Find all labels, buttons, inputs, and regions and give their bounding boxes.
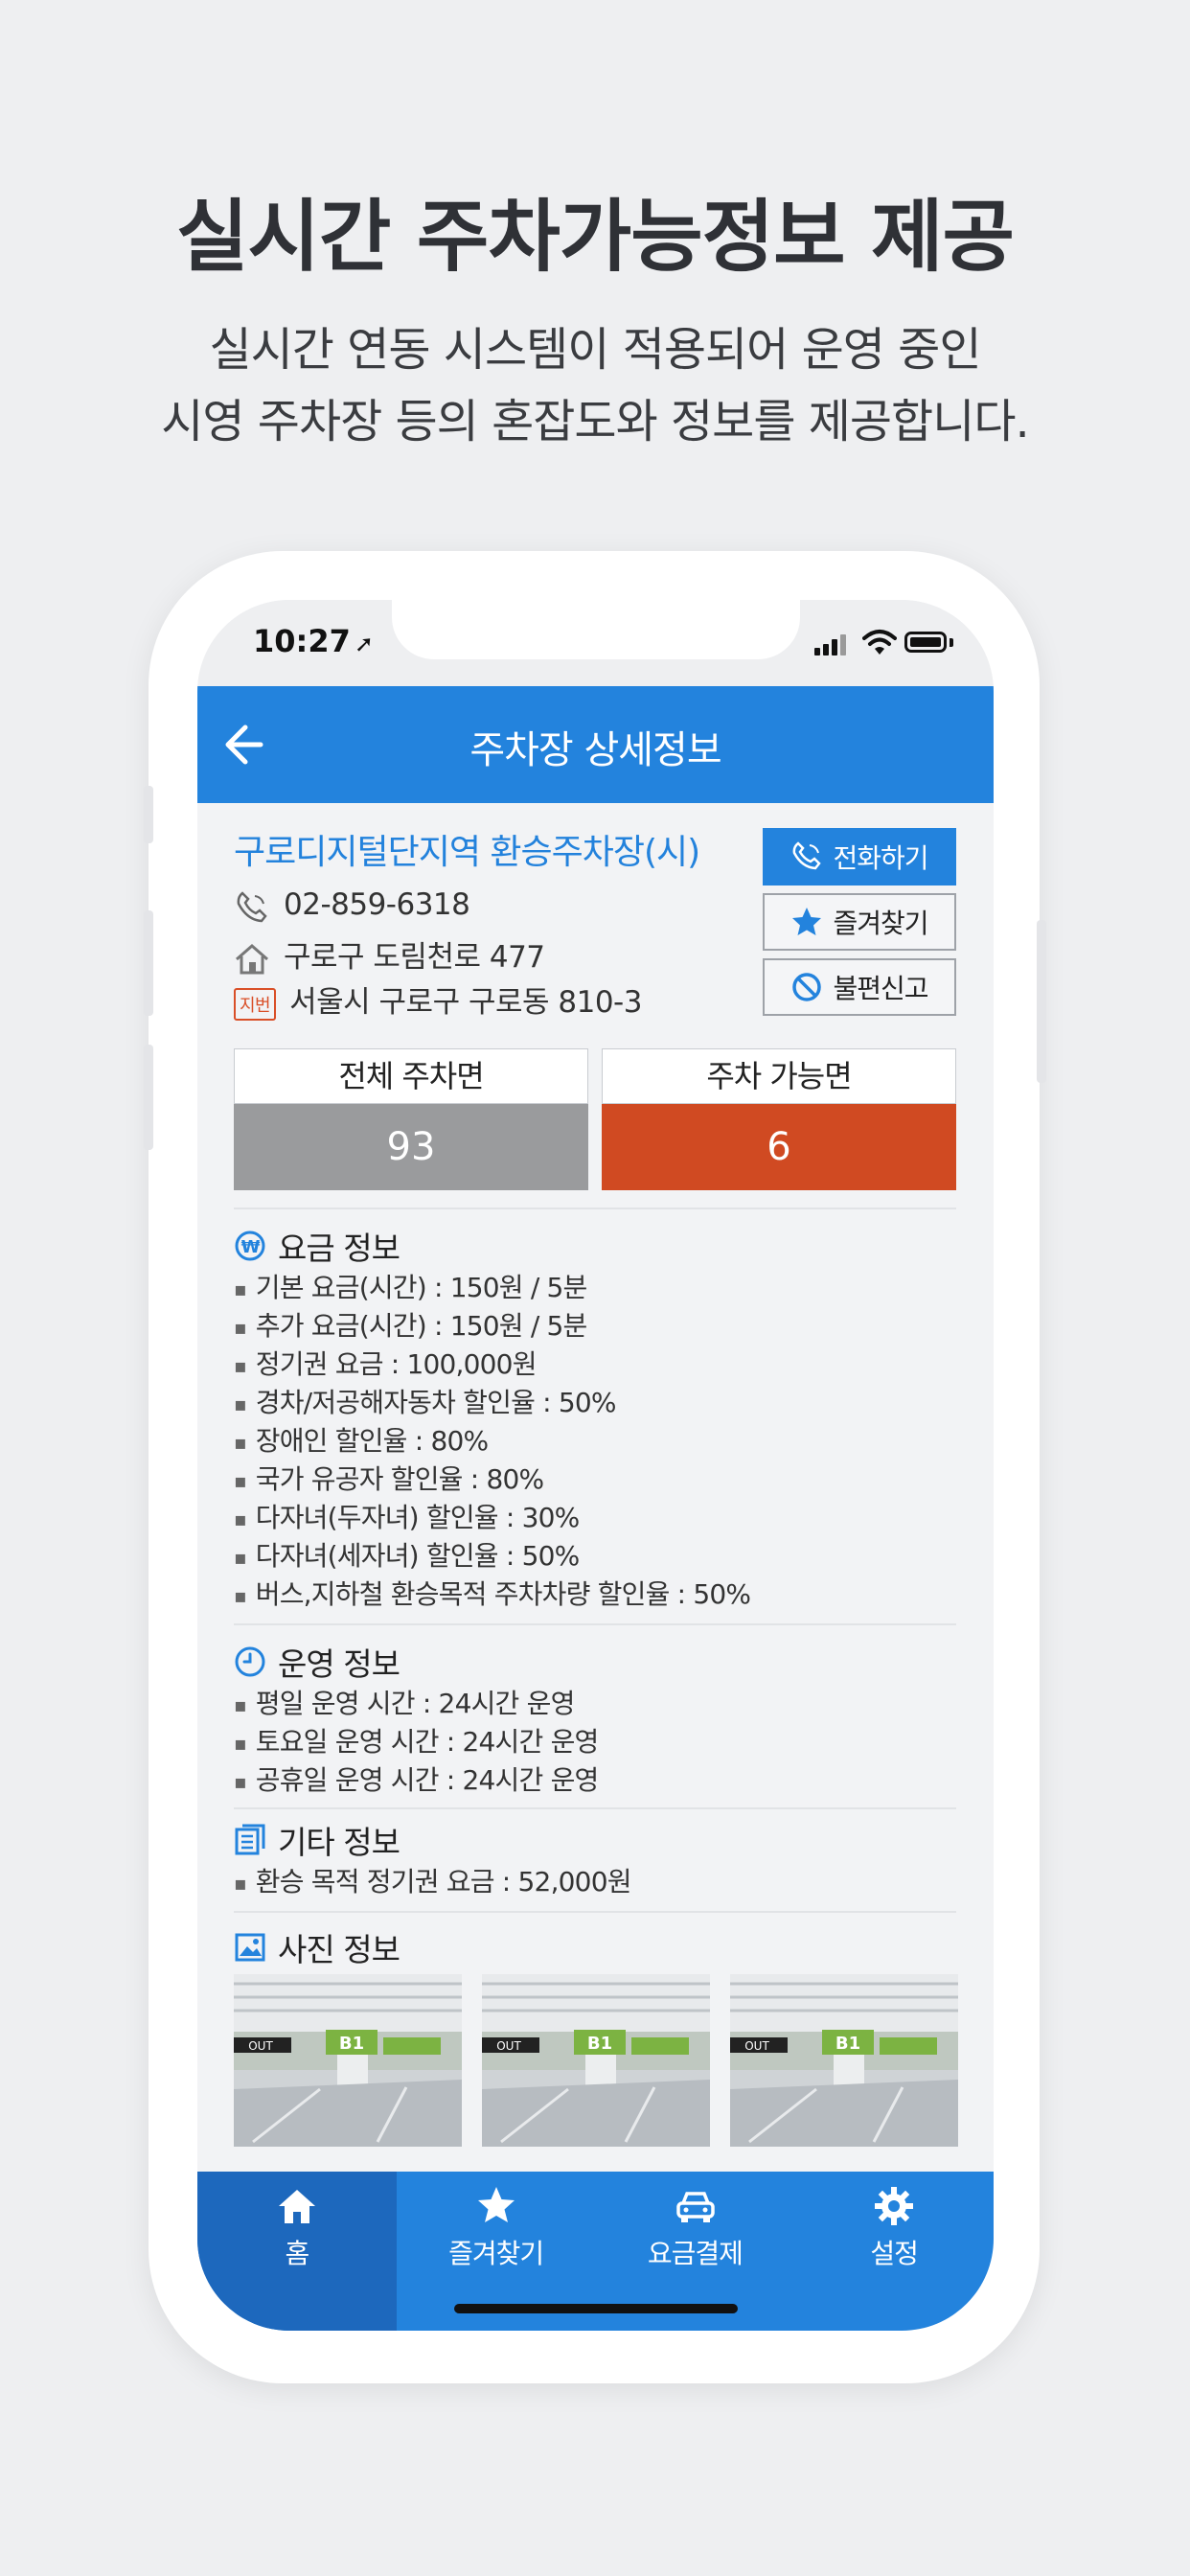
phone-icon (234, 890, 270, 923)
phone-volume-up (144, 910, 153, 1016)
other-info-title: 기타 정보 (234, 1817, 400, 1863)
total-spaces-value: 93 (234, 1104, 588, 1190)
jibun-address: 서울시 구로구 구로동 810-3 (289, 985, 642, 1020)
star-icon (792, 908, 822, 935)
tab-payment-label: 요금결제 (647, 2238, 744, 2269)
battery-icon (904, 632, 947, 653)
list-item: 환승 목적 정기권 요금 : 52,000원 (234, 1861, 632, 1899)
report-button-label: 불편신고 (833, 973, 928, 1004)
report-button[interactable]: 불편신고 (763, 958, 956, 1016)
wifi-icon (862, 630, 897, 655)
divider (234, 1623, 956, 1625)
tab-home-label: 홈 (285, 2238, 309, 2269)
detail-content[interactable]: 구로디지털단지역 환승주차장(시) 02-859-6318 구로구 도림천로 4… (197, 803, 994, 1813)
list-item: 국가 유공자 할인율 : 80% (234, 1459, 544, 1497)
jibun-address-row: 지번 서울시 구로구 구로동 810-3 (234, 978, 642, 1021)
status-bar: 10:27 ➚ (197, 600, 994, 686)
phone-row[interactable]: 02-859-6318 (234, 887, 470, 923)
image-icon (235, 1933, 265, 1962)
call-button-label: 전화하기 (833, 842, 928, 874)
location-arrow-icon: ➚ (354, 631, 374, 657)
call-button[interactable]: 전화하기 (763, 828, 956, 886)
total-spaces-box: 전체 주차면 93 (234, 1048, 588, 1192)
page-title: 주차장 상세정보 (469, 728, 721, 772)
available-spaces-value: 6 (602, 1104, 956, 1190)
promo-subline-1: 실시간 연동 시스템이 적용되어 운영 중인 (209, 323, 981, 377)
jibun-badge: 지번 (234, 987, 277, 1021)
svg-text:₩: ₩ (241, 1237, 261, 1257)
list-item: 정기권 요금 : 100,000원 (234, 1344, 538, 1382)
gear-icon (875, 2187, 914, 2225)
other-info-title-text: 기타 정보 (278, 1824, 400, 1861)
svg-text:OUT: OUT (496, 2039, 521, 2053)
phone-call-icon (793, 841, 822, 870)
svg-text:B1: B1 (339, 2034, 364, 2054)
total-spaces-label: 전체 주차면 (234, 1048, 588, 1104)
favorite-button[interactable]: 즐겨찾기 (763, 893, 956, 951)
operation-info-title-text: 운영 정보 (278, 1645, 400, 1683)
bottom-tab-bar: 홈 즐겨찾기 요금결제 설정 (197, 2172, 994, 2331)
document-icon (235, 1824, 265, 1855)
car-icon (675, 2192, 715, 2222)
list-item: 평일 운영 시간 : 24시간 운영 (234, 1683, 576, 1721)
fee-info-title-text: 요금 정보 (278, 1230, 400, 1267)
photo-info-title-text: 사진 정보 (278, 1931, 400, 1968)
parking-garage-photo[interactable]: B1 OUT (482, 1974, 710, 2147)
road-address: 구로구 도림천로 477 (284, 940, 545, 975)
divider (234, 1911, 956, 1913)
parking-garage-photo[interactable]: B1 OUT (730, 1974, 958, 2147)
promo-headline: 실시간 주차가능정보 제공 (176, 192, 1015, 283)
phone-volume-down (144, 1045, 153, 1150)
parking-lot-name: 구로디지털단지역 환승주차장(시) (234, 833, 700, 872)
list-item: 다자녀(세자녀) 할인율 : 50% (234, 1535, 580, 1574)
phone-power-button (1037, 920, 1046, 1083)
list-item: 공휴일 운영 시간 : 24시간 운영 (234, 1760, 600, 1798)
status-time-text: 10:27 (253, 623, 351, 659)
prohibited-icon (792, 973, 822, 1001)
cellular-signal-icon (814, 634, 853, 656)
divider (234, 1208, 956, 1209)
operation-info-title: 운영 정보 (234, 1639, 400, 1685)
road-address-row: 구로구 도림천로 477 (234, 932, 545, 976)
fee-info-title: ₩ 요금 정보 (234, 1223, 400, 1269)
home-indicator (454, 2304, 738, 2313)
tab-settings-label: 설정 (870, 2238, 919, 2269)
list-item: 토요일 운영 시간 : 24시간 운영 (234, 1721, 600, 1760)
tab-favorites-label: 즐겨찾기 (448, 2238, 544, 2269)
home-icon (279, 2190, 315, 2223)
app-bar: 주차장 상세정보 (197, 686, 994, 803)
parking-garage-photo[interactable]: B1 OUT (234, 1974, 462, 2147)
status-time: 10:27 ➚ (253, 623, 374, 659)
svg-text:OUT: OUT (248, 2039, 273, 2053)
clock-icon (235, 1646, 265, 1677)
list-item: 버스,지하철 환승목적 주차차량 할인율 : 50% (234, 1574, 751, 1612)
promo-subline-2: 시영 주차장 등의 혼잡도와 정보를 제공합니다. (161, 395, 1030, 448)
available-spaces-box: 주차 가능면 6 (602, 1048, 956, 1192)
house-icon (234, 943, 270, 976)
won-icon: ₩ (235, 1230, 265, 1261)
star-icon (477, 2187, 515, 2222)
list-item: 장애인 할인율 : 80% (234, 1420, 489, 1459)
list-item: 추가 요금(시간) : 150원 / 5분 (234, 1305, 588, 1344)
svg-text:B1: B1 (835, 2034, 860, 2054)
phone-side-button (144, 786, 153, 843)
tab-settings[interactable]: 설정 (794, 2172, 994, 2331)
photo-info-title: 사진 정보 (234, 1924, 400, 1970)
battery-nub (950, 638, 953, 647)
available-spaces-label: 주차 가능면 (602, 1048, 956, 1104)
svg-text:B1: B1 (587, 2034, 612, 2054)
list-item: 기본 요금(시간) : 150원 / 5분 (234, 1267, 588, 1305)
phone-screen: 10:27 ➚ 주차장 상세정보 구로디지털단지역 환승주차장(시) 02-859… (197, 600, 994, 2331)
list-item: 경차/저공해자동차 할인율 : 50% (234, 1382, 617, 1420)
favorite-button-label: 즐겨찾기 (833, 908, 928, 939)
tab-home[interactable]: 홈 (197, 2172, 397, 2331)
divider (234, 1807, 956, 1809)
phone-number: 02-859-6318 (284, 887, 470, 922)
svg-text:OUT: OUT (744, 2039, 769, 2053)
notch (392, 600, 800, 659)
list-item: 다자녀(두자녀) 할인율 : 30% (234, 1497, 580, 1535)
